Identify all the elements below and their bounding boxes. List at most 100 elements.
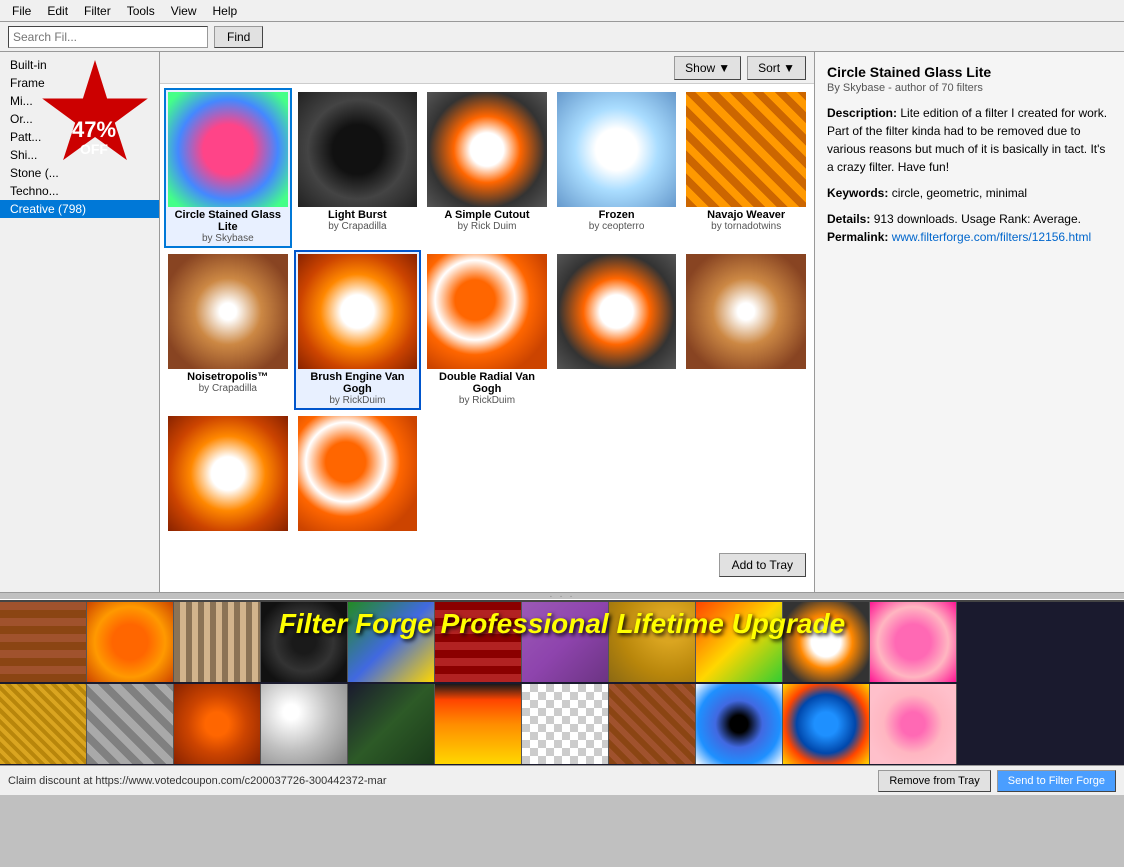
filter-description: Description: Lite edition of a filter I … — [827, 104, 1112, 176]
filter-name-navajo: Navajo Weaver — [686, 209, 806, 221]
filter-name-brush-van-gogh: Brush Engine Van Gogh — [298, 371, 418, 395]
filter-grid-container[interactable]: Circle Stained Glass Lite by Skybase Lig… — [160, 84, 814, 592]
show-label: Show — [685, 61, 715, 75]
tray-cell-12[interactable] — [0, 684, 87, 764]
details-label: Details: — [827, 212, 870, 226]
filter-thumb-light-burst — [298, 92, 418, 207]
filter-item-cutout[interactable]: A Simple Cutout by Rick Duim — [423, 88, 551, 248]
filter-thumb-double-radial — [427, 254, 547, 369]
filter-item-frozen[interactable]: Frozen by ceopterro — [553, 88, 681, 248]
tray-cell-20[interactable] — [696, 684, 783, 764]
filter-item-brush-van-gogh[interactable]: Brush Engine Van Gogh by RickDuim — [294, 250, 422, 410]
tray-cell-14[interactable] — [174, 684, 261, 764]
filter-author-cutout: by Rick Duim — [427, 221, 547, 232]
filter-item-row3-2[interactable] — [682, 250, 810, 410]
filter-name-light-burst: Light Burst — [298, 209, 418, 221]
tray-cell-10[interactable] — [783, 602, 870, 682]
search-input[interactable] — [8, 26, 208, 48]
show-button[interactable]: Show ▼ — [674, 56, 741, 80]
tray-cell-16[interactable] — [348, 684, 435, 764]
permalink-label: Permalink: — [827, 230, 888, 244]
coupon-text: Claim discount at https://www.votedcoupo… — [8, 775, 387, 787]
filter-item-row3-4[interactable] — [294, 412, 422, 537]
tray-cell-22[interactable] — [870, 684, 957, 764]
filter-thumb-row3-4 — [298, 416, 418, 531]
filter-item-row3-3[interactable] — [164, 412, 292, 537]
tray-cell-2[interactable] — [87, 602, 174, 682]
filter-author-stained: by Skybase — [168, 233, 288, 244]
filter-item-stained[interactable]: Circle Stained Glass Lite by Skybase — [164, 88, 292, 248]
tray-cell-15[interactable] — [261, 684, 348, 764]
tray-cell-17[interactable] — [435, 684, 522, 764]
tray-cell-9[interactable] — [696, 602, 783, 682]
add-to-tray-button[interactable]: Add to Tray — [719, 553, 806, 577]
filter-thumb-navajo — [686, 92, 806, 207]
tray-cell-5[interactable] — [348, 602, 435, 682]
sidebar-item-creative[interactable]: Creative (798) — [0, 200, 159, 218]
filter-keywords: Keywords: circle, geometric, minimal — [827, 184, 1112, 202]
menu-help[interactable]: Help — [205, 2, 246, 20]
tray-cell-1[interactable] — [0, 602, 87, 682]
filter-thumb-row3-1 — [557, 254, 677, 369]
find-button[interactable]: Find — [214, 26, 263, 48]
filter-author-light-burst: by Crapadilla — [298, 221, 418, 232]
panel-separator[interactable]: · · · — [0, 592, 1124, 600]
tray-cell-7[interactable] — [522, 602, 609, 682]
filter-item-noisetropolis[interactable]: Noisetropolis™ by Crapadilla — [164, 250, 292, 410]
description-label: Description: — [827, 106, 897, 120]
tray-cell-18[interactable] — [522, 684, 609, 764]
tray-cell-4[interactable] — [261, 602, 348, 682]
filter-author-noisetropolis: by Crapadilla — [168, 383, 288, 394]
filter-item-light-burst[interactable]: Light Burst by Crapadilla — [294, 88, 422, 248]
right-panel: Circle Stained Glass Lite By Skybase - a… — [814, 52, 1124, 592]
filter-item-row3-1[interactable] — [553, 250, 681, 410]
filter-thumb-frozen — [557, 92, 677, 207]
filter-author-brush-van-gogh: by RickDuim — [298, 395, 418, 406]
filter-thumb-brush-van-gogh — [298, 254, 418, 369]
filter-thumb-row3-2 — [686, 254, 806, 369]
filter-author-frozen: by ceopterro — [557, 221, 677, 232]
badge-percent: 47% — [72, 119, 116, 141]
tray-cell-6[interactable] — [435, 602, 522, 682]
filter-item-navajo[interactable]: Navajo Weaver by tornadotwins — [682, 88, 810, 248]
filter-author-navajo: by tornadotwins — [686, 221, 806, 232]
show-chevron-icon: ▼ — [718, 61, 730, 75]
menu-tools[interactable]: Tools — [119, 2, 163, 20]
tray-cell-3[interactable] — [174, 602, 261, 682]
filter-thumb-noisetropolis — [168, 254, 288, 369]
button-group: Remove from Tray Send to Filter Forge — [878, 770, 1116, 792]
tray-cell-19[interactable] — [609, 684, 696, 764]
details-text: 913 downloads. Usage Rank: Average. — [874, 212, 1081, 226]
tray-row-2 — [0, 684, 1124, 766]
sort-button[interactable]: Sort ▼ — [747, 56, 806, 80]
filter-name-noisetropolis: Noisetropolis™ — [168, 371, 288, 383]
tray-row-1 — [0, 602, 1124, 684]
keywords-text: circle, geometric, minimal — [892, 186, 1027, 200]
menu-file[interactable]: File — [4, 2, 39, 20]
search-bar: Find — [0, 22, 1124, 52]
filter-name-double-radial: Double Radial Van Gogh — [427, 371, 547, 395]
menu-view[interactable]: View — [163, 2, 205, 20]
tray-cell-8[interactable] — [609, 602, 696, 682]
menu-filter[interactable]: Filter — [76, 2, 119, 20]
send-to-filter-forge-button[interactable]: Send to Filter Forge — [997, 770, 1116, 792]
filter-item-double-radial[interactable]: Double Radial Van Gogh by RickDuim — [423, 250, 551, 410]
filter-author-double-radial: by RickDuim — [427, 395, 547, 406]
sort-chevron-icon: ▼ — [783, 61, 795, 75]
filter-title: Circle Stained Glass Lite — [827, 64, 1112, 80]
filter-author-detail: By Skybase - author of 70 filters — [827, 82, 1112, 94]
menu-edit[interactable]: Edit — [39, 2, 76, 20]
filter-grid: Circle Stained Glass Lite by Skybase Lig… — [164, 88, 810, 537]
sidebar-item-techno[interactable]: Techno... — [0, 182, 159, 200]
tray-cell-11[interactable] — [870, 602, 957, 682]
filter-thumb-row3-3 — [168, 416, 288, 531]
tray-cell-13[interactable] — [87, 684, 174, 764]
remove-from-tray-button[interactable]: Remove from Tray — [878, 770, 990, 792]
bottom-bar: Claim discount at https://www.votedcoupo… — [0, 765, 1124, 795]
tray-cell-21[interactable] — [783, 684, 870, 764]
filter-name-stained: Circle Stained Glass Lite — [168, 209, 288, 233]
permalink-link[interactable]: www.filterforge.com/filters/12156.html — [892, 230, 1091, 244]
tray-area: Filter Forge Professional Lifetime Upgra… — [0, 600, 1124, 765]
badge-off: OFF — [72, 141, 116, 157]
sort-label: Sort — [758, 61, 780, 75]
